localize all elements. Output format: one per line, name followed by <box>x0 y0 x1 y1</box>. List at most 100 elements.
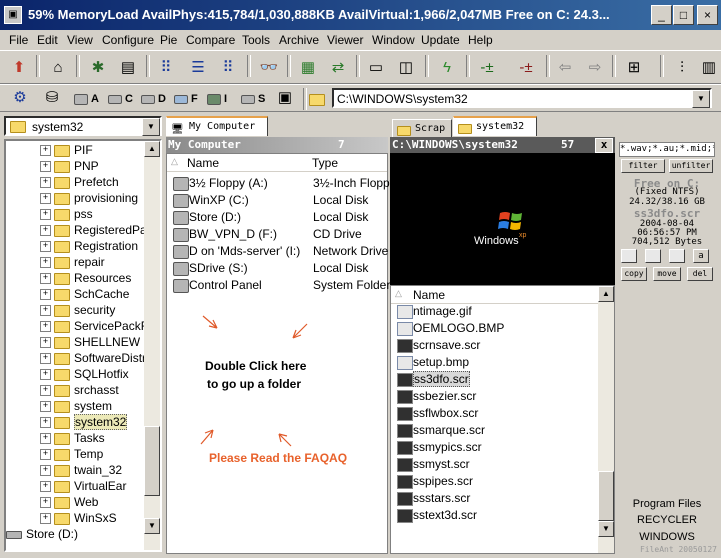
tree-item[interactable]: + SHELLNEW <box>40 335 140 351</box>
menu-viewer[interactable]: Viewer <box>327 33 363 47</box>
expand-icon[interactable]: + <box>40 465 51 477</box>
attr-box-1[interactable] <box>621 249 637 263</box>
folder-dropdown-icon[interactable]: ▼ <box>142 118 160 136</box>
tree-item[interactable]: + PIF <box>40 143 93 159</box>
menu-compare[interactable]: Compare <box>186 33 235 47</box>
attr-a-button[interactable]: a <box>693 249 709 263</box>
maximize-button[interactable]: □ <box>673 5 694 25</box>
tree-item[interactable]: + repair <box>40 255 105 271</box>
drive-row[interactable]: BW_VPN_D (F:) CD Drive <box>167 226 387 243</box>
tree-item[interactable]: + RegisteredPac <box>40 223 144 239</box>
path-combo[interactable]: C:\WINDOWS\system32 ▼ <box>332 88 712 108</box>
expand-icon[interactable]: + <box>40 209 51 221</box>
scroll-thumb[interactable] <box>598 471 614 521</box>
scroll-up-icon[interactable]: ▲ <box>598 286 614 302</box>
file-row[interactable]: ssmyst.scr <box>391 456 597 473</box>
tab-system32[interactable]: system32 <box>453 116 537 136</box>
expand-icon[interactable]: + <box>40 449 51 461</box>
column-name[interactable]: Name <box>413 288 445 302</box>
expand-icon[interactable]: + <box>40 161 51 173</box>
file-row[interactable]: setup.bmp <box>391 354 597 371</box>
drive-s-button[interactable]: S <box>241 89 265 109</box>
tree-item[interactable]: + ServicePackF <box>40 319 144 335</box>
details-view-icon[interactable]: ⠿ <box>216 56 240 80</box>
menu-archive[interactable]: Archive <box>279 33 319 47</box>
tree-item[interactable]: + SchCache <box>40 287 129 303</box>
file-row[interactable]: ntimage.gif <box>391 303 597 320</box>
drive-row[interactable]: Store (D:) Local Disk <box>167 209 387 226</box>
minimize-button[interactable]: _ <box>651 5 672 25</box>
filter-input[interactable]: *.wav;*.au;*.mid;* <box>619 142 715 157</box>
drive-row[interactable]: D on 'Mds-server' (I:) Network Drive <box>167 243 388 260</box>
map-drive-icon[interactable]: ✱ <box>86 56 110 80</box>
sync-icon[interactable]: ⇄ <box>326 56 350 80</box>
file-row[interactable]: ssflwbox.scr <box>391 405 597 422</box>
tree-item[interactable]: Store (D:) <box>6 527 78 543</box>
back-arrow-icon[interactable]: ⇦ <box>553 56 577 80</box>
app-icon[interactable]: ▣ <box>4 6 22 24</box>
large-icons-icon[interactable]: ⠿ <box>154 56 178 80</box>
expand-icon[interactable]: + <box>40 417 51 429</box>
folder-combo[interactable]: system32 ▼ <box>4 116 162 136</box>
tree-item[interactable]: + pss <box>40 207 93 223</box>
expand-icon[interactable]: + <box>40 481 51 493</box>
drive-a-button[interactable]: A <box>74 89 99 109</box>
expand-icon[interactable]: + <box>40 241 51 253</box>
file-row[interactable]: ssbezier.scr <box>391 388 597 405</box>
expand-icon[interactable]: + <box>40 289 51 301</box>
database-icon[interactable]: ⛁ <box>40 86 64 110</box>
scroll-down-icon[interactable]: ▼ <box>144 518 160 534</box>
tree-icon[interactable]: ⊞ <box>622 56 646 80</box>
expand-icon[interactable]: + <box>40 513 51 525</box>
close-pane-button[interactable]: x <box>595 138 613 153</box>
sheet-icon[interactable]: ▦ <box>296 56 320 80</box>
drive-i-button[interactable]: I <box>207 89 227 109</box>
file-row[interactable]: ssmypics.scr <box>391 439 597 456</box>
drive-f-button[interactable]: F <box>174 89 198 109</box>
expand-icon[interactable]: + <box>40 257 51 269</box>
menu-window[interactable]: Window <box>372 33 415 47</box>
drive-row[interactable]: 3½ Floppy (A:) 3½-Inch Floppy <box>167 175 396 192</box>
expand-icon[interactable]: + <box>40 433 51 445</box>
menu-configure[interactable]: Configure <box>102 33 154 47</box>
file-row[interactable]: sspipes.scr <box>391 473 597 490</box>
up-folder-icon[interactable]: ⬆ <box>7 56 31 80</box>
collapse-icon[interactable]: -± <box>514 56 538 80</box>
close-button[interactable]: × <box>697 5 718 25</box>
bookmark-windows[interactable]: WINDOWS <box>617 531 717 543</box>
expand-icon[interactable]: + <box>40 401 51 413</box>
forward-arrow-icon[interactable]: ⇨ <box>583 56 607 80</box>
column-type[interactable]: Type <box>312 156 338 170</box>
tree-item[interactable]: + Temp <box>40 447 103 463</box>
expand-icon[interactable]: + <box>40 369 51 381</box>
columns-icon[interactable]: ▥ <box>697 56 721 80</box>
drive-list[interactable]: △ Name Type 3½ Floppy (A:) 3½-Inch Floppy… <box>166 153 396 554</box>
menu-pie[interactable]: Pie <box>160 33 177 47</box>
dual-pane-icon[interactable]: ◫ <box>394 56 418 80</box>
tree-item[interactable]: + Web <box>40 495 98 511</box>
tab-my-computer[interactable]: 🖥 My Computer <box>166 116 268 136</box>
tree-item[interactable]: + SQLHotfix <box>40 367 129 383</box>
menu-view[interactable]: View <box>67 33 93 47</box>
scroll-up-icon[interactable]: ▲ <box>144 141 160 157</box>
tree-item[interactable]: + provisioning <box>40 191 138 207</box>
menu-file[interactable]: File <box>9 33 28 47</box>
notes-icon[interactable]: ▣ <box>273 86 297 110</box>
drive-row[interactable]: SDrive (S:) Local Disk <box>167 260 387 277</box>
expand-icon[interactable]: + <box>40 321 51 333</box>
bookmark-program-files[interactable]: Program Files <box>617 498 717 510</box>
scroll-down-icon[interactable]: ▼ <box>598 521 614 537</box>
drive-row[interactable]: WinXP (C:) Local Disk <box>167 192 387 209</box>
file-row[interactable]: ss3dfo.scr <box>391 371 597 388</box>
tree-item[interactable]: + security <box>40 303 115 319</box>
file-scrollbar[interactable]: ▲ ▼ <box>598 286 614 553</box>
folder-tree[interactable]: + PIF + PNP + Prefetch + provisioning + pss + Regis… <box>4 139 162 552</box>
expand-icon[interactable]: + <box>40 497 51 509</box>
move-button[interactable]: move <box>653 267 681 281</box>
expand-icon[interactable]: + <box>40 177 51 189</box>
scroll-thumb[interactable] <box>144 426 160 496</box>
tree-item[interactable]: + Prefetch <box>40 175 119 191</box>
tree-item[interactable]: + SoftwareDistri <box>40 351 144 367</box>
copy-button[interactable]: copy <box>621 267 647 281</box>
expand-icon[interactable]: + <box>40 273 51 285</box>
